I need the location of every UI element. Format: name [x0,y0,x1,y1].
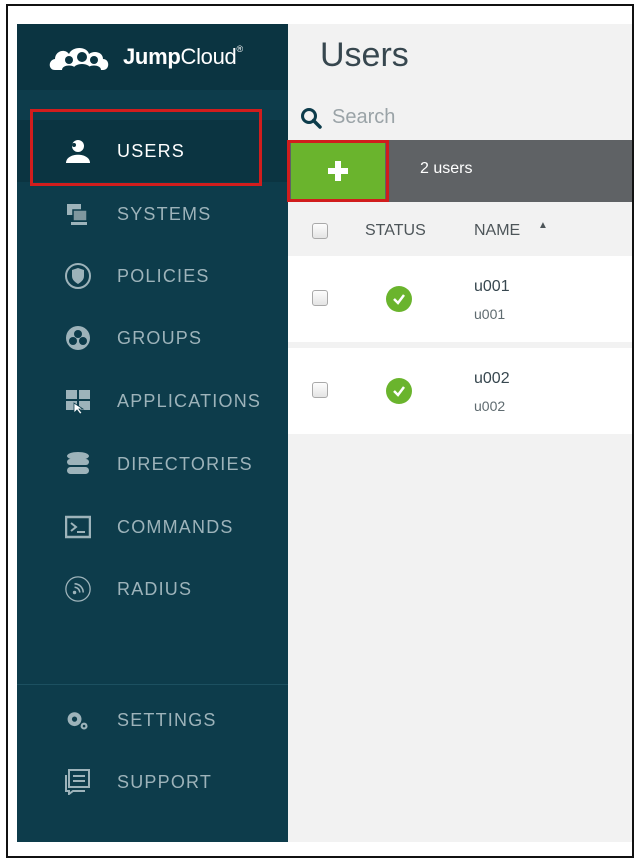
search-icon [301,107,322,129]
sidebar-item-radius[interactable]: RADIUS [17,558,288,620]
search-input[interactable]: Search [300,106,395,129]
sidebar-item-commands[interactable]: COMMANDS [17,496,288,558]
sidebar-item-policies[interactable]: POLICIES [17,245,288,307]
column-status[interactable]: STATUS [365,222,426,240]
sidebar-item-label: POLICIES [117,265,210,286]
sidebar-item-support[interactable]: SUPPORT [17,751,288,813]
brand-name: JumpCloud® [123,44,243,70]
row-checkbox[interactable] [312,382,328,398]
terminal-icon [65,514,91,540]
sidebar-item-applications[interactable]: APPLICATIONS [17,370,288,432]
search-placeholder: Search [332,106,396,128]
sidebar-item-label: SUPPORT [117,771,213,792]
database-icon [65,451,91,477]
sidebar-item-groups[interactable]: GROUPS [17,307,288,369]
sort-ascending-icon: ▲ [538,220,548,231]
sidebar-item-label: COMMANDS [117,516,234,537]
user-username: u001 [474,306,506,322]
status-active-icon [386,378,412,404]
sidebar-item-label: RADIUS [117,578,193,599]
sidebar-item-label: APPLICATIONS [117,390,262,411]
sidebar-item-systems[interactable]: SYSTEMS [17,183,288,245]
table-row[interactable]: u002 u002 [288,348,632,434]
applications-icon [65,388,91,414]
brand-name-light: Cloud [180,44,237,69]
brand-header[interactable]: JumpCloud® [17,24,288,90]
shield-icon [65,263,91,289]
brand-name-bold: Jump [123,44,181,69]
brand-trademark: ® [236,44,243,54]
user-username: u002 [474,398,506,414]
highlight-box-add-button [287,140,389,202]
sidebar-item-label: SYSTEMS [117,203,212,224]
groups-icon [65,325,91,351]
column-name[interactable]: NAME [474,222,520,240]
highlight-box-users [30,109,262,186]
table-header: STATUS NAME ▲ [288,202,632,256]
sidebar-item-settings[interactable]: SETTINGS [17,689,288,751]
select-all-checkbox[interactable] [312,223,328,239]
systems-icon [65,201,91,227]
sidebar-item-label: SETTINGS [117,709,217,730]
jumpcloud-logo-icon [49,48,109,70]
gears-icon [65,707,91,733]
status-active-icon [386,286,412,312]
user-count: 2 users [420,160,473,177]
sidebar-item-label: DIRECTORIES [117,453,253,474]
user-name[interactable]: u002 [474,370,510,388]
table-row[interactable]: u001 u001 [288,256,632,342]
sidebar-item-label: GROUPS [117,327,203,348]
sidebar-item-directories[interactable]: DIRECTORIES [17,433,288,495]
row-checkbox[interactable] [312,290,328,306]
user-name[interactable]: u001 [474,278,510,296]
page-title: Users [320,36,409,74]
sidebar-divider [17,684,288,685]
support-icon [65,769,91,795]
radius-icon [65,576,91,602]
